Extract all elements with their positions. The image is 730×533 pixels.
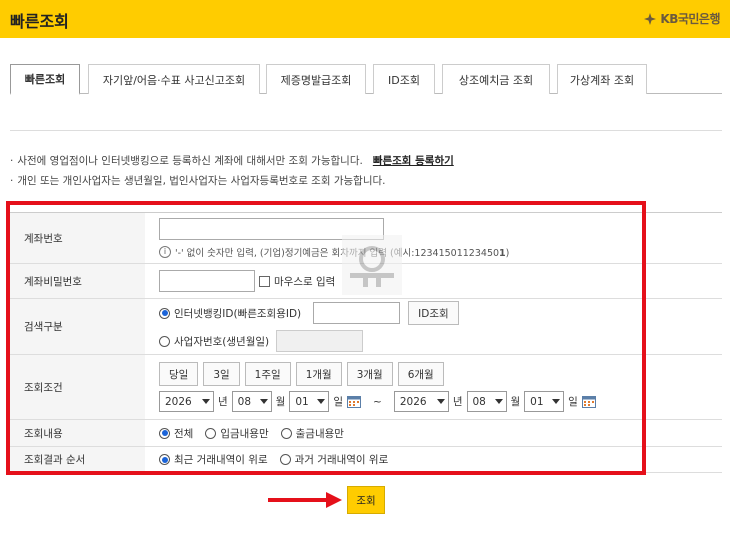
period-1week-button[interactable]: 1주일	[244, 362, 291, 386]
period-3day-button[interactable]: 3일	[203, 362, 240, 386]
tab-certificate-issuance[interactable]: 제증명발급조회	[266, 64, 366, 94]
mouse-input-checkbox[interactable]	[259, 275, 270, 287]
account-number-input[interactable]	[159, 217, 384, 240]
section-divider	[10, 130, 722, 131]
chevron-down-icon	[552, 399, 561, 404]
period-1month-button[interactable]: 1개월	[295, 362, 342, 386]
period-6month-button[interactable]: 6개월	[397, 362, 444, 386]
calendar-icon[interactable]	[347, 395, 362, 408]
password-input[interactable]	[159, 270, 255, 292]
password-label: 계좌비밀번호	[10, 264, 145, 298]
notice-text: 사전에 영업점이나 인터넷뱅킹으로 등록하신 계좌에 대해서만 조회 가능합니다…	[17, 155, 363, 167]
content-label: 조회내용	[10, 420, 145, 446]
tab-virtual-account[interactable]: 가상계좌 조회	[557, 64, 647, 94]
period-label: 조회조건	[10, 355, 145, 419]
search-type-label: 검색구분	[10, 299, 145, 354]
radio-content-deposit[interactable]	[205, 427, 217, 439]
form-row-account: 계좌번호 i '-' 없이 숫자만 입력, (기업)정기예금은 회차까지 입력 …	[10, 213, 722, 264]
notice-item: · 사전에 영업점이나 인터넷뱅킹으로 등록하신 계좌에 대해서만 조회 가능합…	[10, 151, 454, 171]
chevron-down-icon	[202, 399, 210, 404]
from-day-select[interactable]: 01	[289, 391, 330, 412]
form-row-search-type: 검색구분 인터넷뱅킹ID(빠른조회용ID) ID조회 사업자번호(생년월일)	[10, 299, 722, 355]
business-number-input[interactable]	[276, 330, 364, 352]
radio-content-withdrawal[interactable]	[280, 427, 292, 439]
banking-id-input[interactable]	[313, 302, 401, 324]
notice-list: · 사전에 영업점이나 인터넷뱅킹으로 등록하신 계좌에 대해서만 조회 가능합…	[10, 151, 454, 191]
chevron-down-icon	[317, 399, 326, 404]
to-day-select[interactable]: 01	[524, 391, 565, 412]
account-label: 계좌번호	[10, 213, 145, 263]
form-row-period: 조회조건 당일 3일 1주일 1개월 3개월 6개월 2026 년 08 월 0…	[10, 355, 722, 420]
chevron-down-icon	[436, 399, 445, 404]
account-hint: i '-' 없이 숫자만 입력, (기업)정기예금은 회차까지 입력 (예시:1…	[159, 245, 708, 259]
tab-bar: 빠른조회 자기앞/어음·수표 사고신고조회 제증명발급조회 ID조회 상조예치금…	[10, 64, 722, 95]
period-today-button[interactable]: 당일	[159, 362, 199, 386]
submit-inquiry-button[interactable]: 조회	[347, 486, 385, 514]
header-bar: 빠른조회 KB국민은행	[0, 0, 730, 38]
form-row-password: 계좌비밀번호 마우스로 입력	[10, 264, 722, 299]
form-row-content: 조회내용 전체 입금내용만 출금내용만	[10, 420, 722, 447]
info-icon: i	[159, 245, 171, 258]
period-3month-button[interactable]: 3개월	[346, 362, 393, 386]
quick-period-buttons: 당일 3일 1주일 1개월 3개월 6개월	[159, 362, 708, 386]
inquiry-form: 계좌번호 i '-' 없이 숫자만 입력, (기업)정기예금은 회차까지 입력 …	[10, 212, 722, 473]
calendar-icon[interactable]	[581, 395, 596, 408]
radio-order-past[interactable]	[279, 454, 291, 465]
brand-name: KB국민은행	[660, 12, 720, 26]
chevron-down-icon	[259, 399, 268, 404]
tab-quick-inquiry[interactable]: 빠른조회	[10, 64, 80, 95]
radio-order-recent[interactable]	[159, 454, 170, 465]
radio-content-all[interactable]	[159, 427, 170, 439]
tab-check-accident-report[interactable]: 자기앞/어음·수표 사고신고조회	[88, 64, 260, 94]
to-year-select[interactable]: 2026	[393, 391, 449, 412]
mouse-input-label: 마우스로 입력	[274, 275, 336, 288]
kb-logo[interactable]: KB국민은행	[643, 10, 720, 27]
kb-star-icon	[644, 12, 657, 25]
arrow-right-icon	[268, 492, 342, 508]
radio-business-number[interactable]	[159, 335, 170, 347]
notice-text: 개인 또는 개인사업자는 생년월일, 법인사업자는 사업자등록번호로 조회 가능…	[17, 175, 386, 187]
register-quick-inquiry-link[interactable]: 빠른조회 등록하기	[373, 151, 454, 171]
from-month-select[interactable]: 08	[231, 391, 272, 412]
tab-id-inquiry[interactable]: ID조회	[373, 64, 435, 94]
page-title: 빠른조회	[10, 12, 69, 31]
to-month-select[interactable]: 08	[466, 391, 507, 412]
chevron-down-icon	[494, 399, 503, 404]
order-label: 조회결과 순서	[10, 447, 145, 472]
from-year-select[interactable]: 2026	[159, 391, 214, 412]
radio-internet-banking-id[interactable]	[159, 307, 170, 319]
tab-funeral-deposit[interactable]: 상조예치금 조회	[442, 64, 550, 94]
notice-item: · 개인 또는 개인사업자는 생년월일, 법인사업자는 사업자등록번호로 조회 …	[10, 171, 454, 191]
form-row-order: 조회결과 순서 최근 거래내역이 위로 과거 거래내역이 위로	[10, 447, 722, 473]
id-lookup-button[interactable]: ID조회	[408, 301, 459, 325]
